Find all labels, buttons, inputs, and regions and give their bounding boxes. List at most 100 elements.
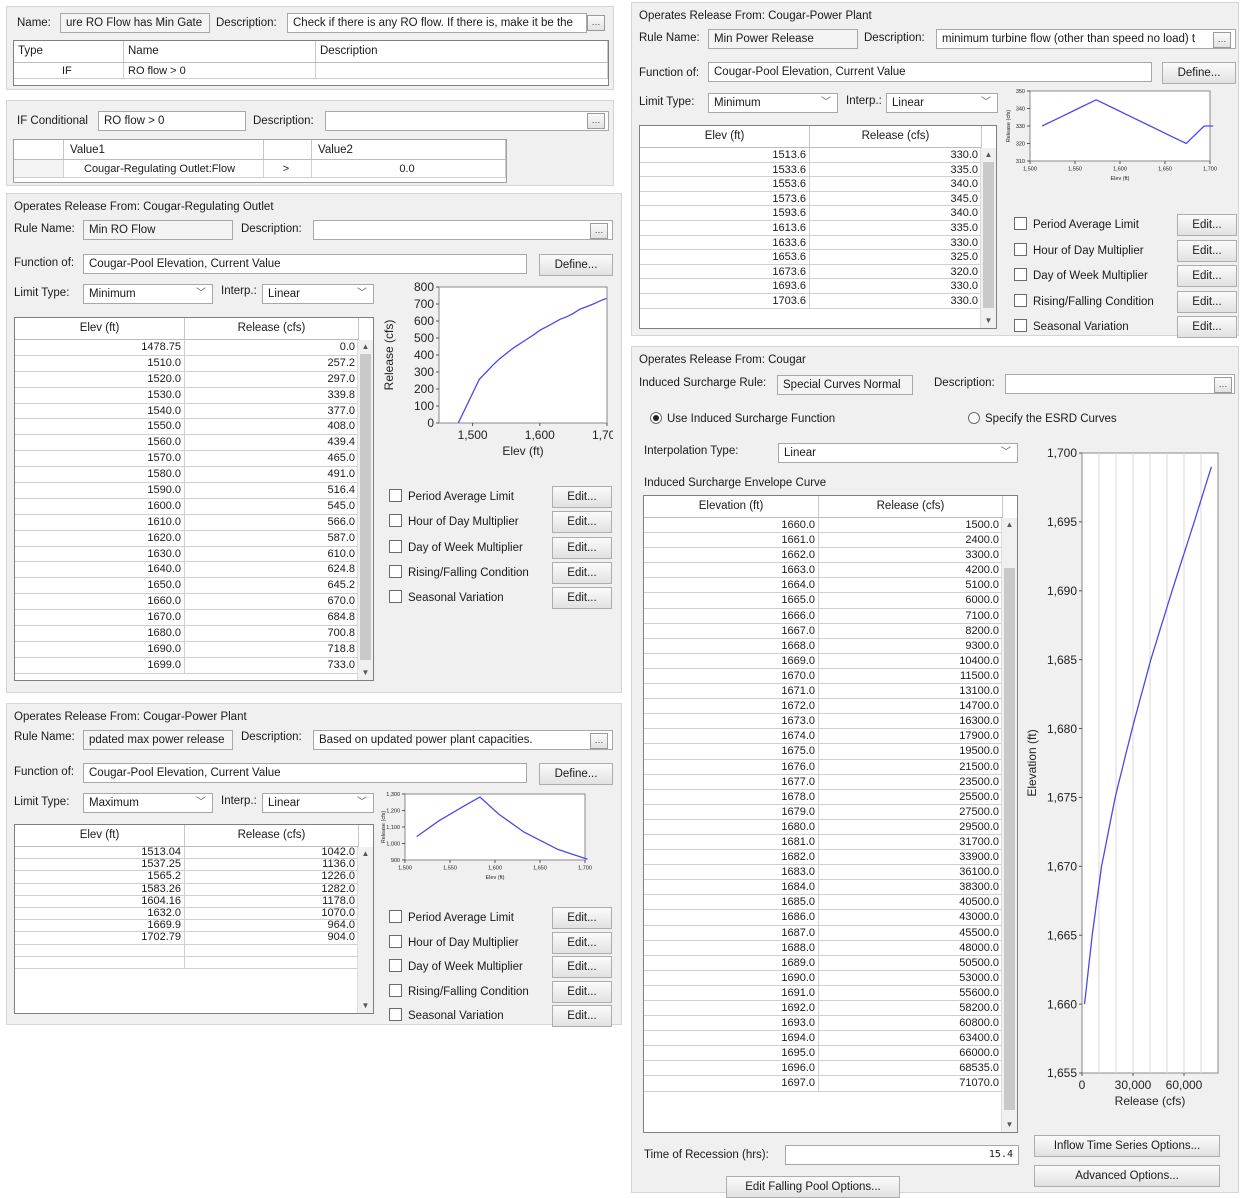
table-row[interactable] [15, 956, 359, 969]
function-field[interactable]: Cougar-Pool Elevation, Current Value [708, 62, 1152, 82]
scroll-up-icon[interactable]: ▲ [1002, 518, 1017, 532]
elev-cell[interactable]: 1669.0 [644, 653, 819, 668]
elev-cell[interactable]: 1550.0 [15, 419, 185, 435]
table-row[interactable]: 1669.0 10400.0 [644, 653, 1003, 669]
edit-button[interactable]: Edit... [552, 561, 612, 584]
release-cell[interactable]: 63400.0 [819, 1031, 1003, 1046]
release-cell[interactable]: 491.0 [185, 467, 359, 483]
description-field[interactable] [1005, 374, 1235, 394]
elev-cell[interactable]: 1702.79 [15, 932, 185, 944]
table-row[interactable]: 1640.0 624.8 [15, 562, 359, 579]
table-row[interactable]: 1683.0 36100.0 [644, 865, 1003, 881]
elev-cell[interactable]: 1674.0 [644, 729, 819, 744]
release-cell[interactable]: 33900.0 [819, 850, 1003, 865]
release-cell[interactable]: 6000.0 [819, 593, 1003, 608]
interp-select[interactable]: Linear ﹀ [886, 93, 998, 113]
table-scrollbar[interactable]: ▲ ▼ [1001, 518, 1017, 1132]
table-row[interactable]: 1697.0 71070.0 [644, 1076, 1003, 1092]
elev-cell[interactable]: 1686.0 [644, 910, 819, 925]
table-row[interactable]: 1677.0 23500.0 [644, 774, 1003, 790]
table-row[interactable]: 1620.0 587.0 [15, 530, 359, 547]
elev-cell[interactable]: 1673.6 [640, 264, 810, 279]
elev-cell[interactable]: 1672.0 [644, 699, 819, 714]
release-cell[interactable]: 27500.0 [819, 804, 1003, 819]
elev-cell[interactable]: 1673.0 [644, 714, 819, 729]
table-row[interactable]: 1660.0 670.0 [15, 594, 359, 611]
release-cell[interactable]: 60800.0 [819, 1016, 1003, 1031]
option-checkbox[interactable]: Seasonal Variation [1014, 319, 1129, 335]
elev-cell[interactable]: 1667.0 [644, 623, 819, 638]
scroll-thumb[interactable] [983, 162, 994, 308]
release-cell[interactable]: 345.0 [810, 191, 982, 206]
table-row[interactable]: 1684.0 38300.0 [644, 880, 1003, 896]
elev-cell[interactable]: 1671.0 [644, 684, 819, 699]
table-row[interactable]: 1610.0 566.0 [15, 514, 359, 531]
if-description-field[interactable] [325, 111, 609, 131]
table-row[interactable]: 1681.0 31700.0 [644, 834, 1003, 851]
release-cell[interactable]: 587.0 [185, 530, 359, 546]
table-row[interactable]: 1630.0 610.0 [15, 546, 359, 563]
elev-column-header[interactable]: Elev (ft) [15, 318, 185, 339]
release-cell[interactable]: 36100.0 [819, 865, 1003, 880]
release-cell[interactable]: 645.2 [185, 578, 359, 594]
release-column-header[interactable]: Release (cfs) [819, 496, 1003, 517]
release-cell[interactable]: 1226.0 [185, 871, 359, 883]
release-cell[interactable]: 340.0 [810, 177, 982, 191]
scroll-thumb[interactable] [1004, 568, 1015, 1110]
table-row[interactable]: 1533.6 335.0 [640, 162, 982, 178]
release-column-header[interactable]: Release (cfs) [185, 318, 359, 339]
release-cell[interactable]: 0.0 [185, 340, 359, 355]
table-row[interactable]: 1674.0 17900.0 [644, 729, 1003, 745]
release-cell[interactable]: 904.0 [185, 932, 359, 944]
release-cell[interactable]: 10400.0 [819, 653, 1003, 668]
table-row[interactable]: 1670.0 11500.0 [644, 668, 1003, 685]
table-row[interactable]: 1685.0 40500.0 [644, 895, 1003, 911]
condition-row[interactable]: Cougar-Regulating Outlet:Flow > 0.0 [14, 160, 506, 178]
release-cell[interactable]: 335.0 [810, 220, 982, 235]
elev-cell[interactable]: 1687.0 [644, 925, 819, 940]
release-cell[interactable]: 9300.0 [819, 638, 1003, 653]
release-cell[interactable]: 66000.0 [819, 1046, 1003, 1061]
release-cell[interactable]: 58200.0 [819, 1001, 1003, 1016]
define-button[interactable]: Define... [1162, 62, 1236, 84]
elev-cell[interactable]: 1610.0 [15, 514, 185, 530]
table-row[interactable]: 1679.0 27500.0 [644, 804, 1003, 820]
elev-cell[interactable]: 1693.0 [644, 1016, 819, 1031]
elev-cell[interactable]: 1690.0 [644, 970, 819, 985]
release-cell[interactable]: 1070.0 [185, 907, 359, 920]
elev-cell[interactable]: 1540.0 [15, 403, 185, 419]
function-field[interactable]: Cougar-Pool Elevation, Current Value [83, 763, 527, 783]
elev-cell[interactable]: 1703.6 [640, 293, 810, 308]
rule-name-field[interactable]: Min Power Release [708, 29, 858, 49]
option-checkbox[interactable]: Period Average Limit [389, 489, 514, 505]
scroll-down-icon[interactable]: ▼ [981, 314, 996, 328]
option-checkbox[interactable]: Day of Week Multiplier [1014, 268, 1148, 284]
table-row[interactable]: 1560.0 439.4 [15, 435, 359, 452]
table-row[interactable]: 1690.0 53000.0 [644, 970, 1003, 986]
elev-cell[interactable]: 1679.0 [644, 804, 819, 819]
release-cell[interactable]: 610.0 [185, 546, 359, 562]
table-row[interactable]: 1513.04 1042.0 [15, 847, 359, 860]
elev-cell[interactable]: 1665.0 [644, 593, 819, 608]
release-cell[interactable]: 733.0 [185, 657, 359, 673]
table-row[interactable]: 1691.0 55600.0 [644, 985, 1003, 1001]
table-scrollbar[interactable]: ▲ ▼ [357, 847, 373, 1013]
elev-cell[interactable]: 1662.0 [644, 548, 819, 563]
elev-cell[interactable]: 1560.0 [15, 435, 185, 451]
rule-name-field[interactable]: pdated max power release [83, 730, 233, 750]
release-cell[interactable]: 684.8 [185, 610, 359, 626]
edit-button[interactable]: Edit... [552, 511, 612, 534]
scroll-thumb[interactable] [360, 354, 371, 660]
elev-cell[interactable]: 1680.0 [644, 819, 819, 834]
elev-cell[interactable]: 1694.0 [644, 1031, 819, 1046]
release-cell[interactable]: 320.0 [810, 264, 982, 279]
table-row[interactable]: 1573.6 345.0 [640, 191, 982, 207]
define-button[interactable]: Define... [539, 254, 613, 276]
elev-cell[interactable]: 1684.0 [644, 880, 819, 895]
description-field[interactable]: minimum turbine flow (other than speed n… [936, 29, 1236, 49]
elevation-column-header[interactable]: Elevation (ft) [644, 496, 819, 517]
option-checkbox[interactable]: Hour of Day Multiplier [1014, 242, 1144, 259]
release-cell[interactable]: 29500.0 [819, 819, 1003, 834]
table-row[interactable]: 1687.0 45500.0 [644, 925, 1003, 941]
release-cell[interactable]: 1500.0 [819, 518, 1003, 533]
